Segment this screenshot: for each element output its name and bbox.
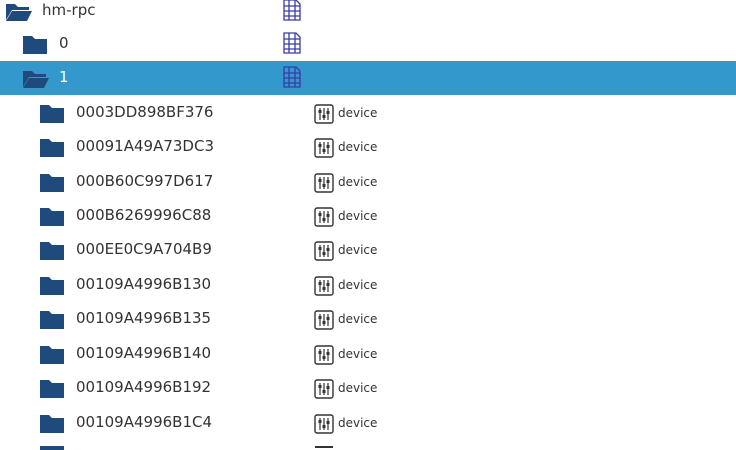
device-icon[interactable] [314,310,334,330]
device-row[interactable]: 00091A49A73DC3 device [0,130,736,164]
device-row[interactable]: 00109A4996B192 device [0,371,736,405]
folder-icon [40,241,64,264]
device-row[interactable]: 00109A4996B140 device [0,337,736,371]
tree-row-channel-0[interactable]: 0 [0,27,736,61]
device-id: 000B60C997D617 [76,172,214,190]
device-icon [315,446,333,450]
tree-label-channel: 1 [59,68,69,86]
device-row[interactable]: 0003DD898BF376 device [0,96,736,130]
folder-icon [40,276,64,299]
folder-open-icon [6,2,32,26]
folder-icon [40,310,64,333]
tree-row-channel-1[interactable]: 1 [0,61,736,95]
device-icon[interactable] [314,379,334,399]
device-type-label: device [338,209,378,223]
folder-icon [23,35,47,58]
device-id: 00109A4996B1C4 [76,413,213,431]
device-id: 0003DD898BF376 [76,103,214,121]
device-type-label: device [338,140,378,154]
device-row[interactable]: 000B6269996C88 device [0,199,736,233]
device-id: 000B6269996C88 [76,206,212,224]
device-id: 00109A4996B192 [76,378,212,396]
device-icon[interactable] [314,207,334,227]
device-icon[interactable] [314,241,334,261]
device-type-label: device [338,175,378,189]
table-icon[interactable] [281,65,303,89]
device-type-label: device [338,416,378,430]
folder-icon [40,207,64,230]
folder-icon [40,446,64,450]
device-icon[interactable] [314,104,334,124]
folder-icon [40,379,64,402]
device-row[interactable]: 00109A4996B1C4 device [0,406,736,440]
table-icon[interactable] [281,0,303,22]
folder-icon [40,414,64,437]
tree-row-root[interactable]: hm-rpc [0,0,736,28]
device-icon[interactable] [314,414,334,434]
device-id: 00091A49A73DC3 [76,137,214,155]
device-row[interactable]: 00109A4996B130 device [0,268,736,302]
folder-icon [40,104,64,127]
tree-label-channel: 0 [59,34,69,52]
device-id: 00109A4996B140 [76,344,212,362]
device-type-label: device [338,312,378,326]
folder-icon [40,345,64,368]
device-id: 000EE0C9A704B9 [76,240,212,258]
device-type-label: device [338,278,378,292]
device-row[interactable]: 00109A4996B135 device [0,302,736,336]
device-icon[interactable] [314,276,334,296]
device-type-label: device [338,106,378,120]
tree-label-root: hm-rpc [42,1,96,19]
device-type-label: device [338,381,378,395]
device-row[interactable]: 000B60C997D617 device [0,165,736,199]
folder-icon [40,173,64,196]
device-id: 00109A4996B130 [76,275,212,293]
folder-open-icon [23,69,49,93]
device-row[interactable]: 000EE0C9A704B9 device [0,233,736,267]
folder-icon [40,138,64,161]
device-icon[interactable] [314,138,334,158]
device-type-label: device [338,347,378,361]
table-icon[interactable] [281,31,303,55]
device-id: 00109A4996B135 [76,309,212,327]
device-type-label: device [338,243,378,257]
device-icon[interactable] [314,173,334,193]
device-icon[interactable] [314,345,334,365]
